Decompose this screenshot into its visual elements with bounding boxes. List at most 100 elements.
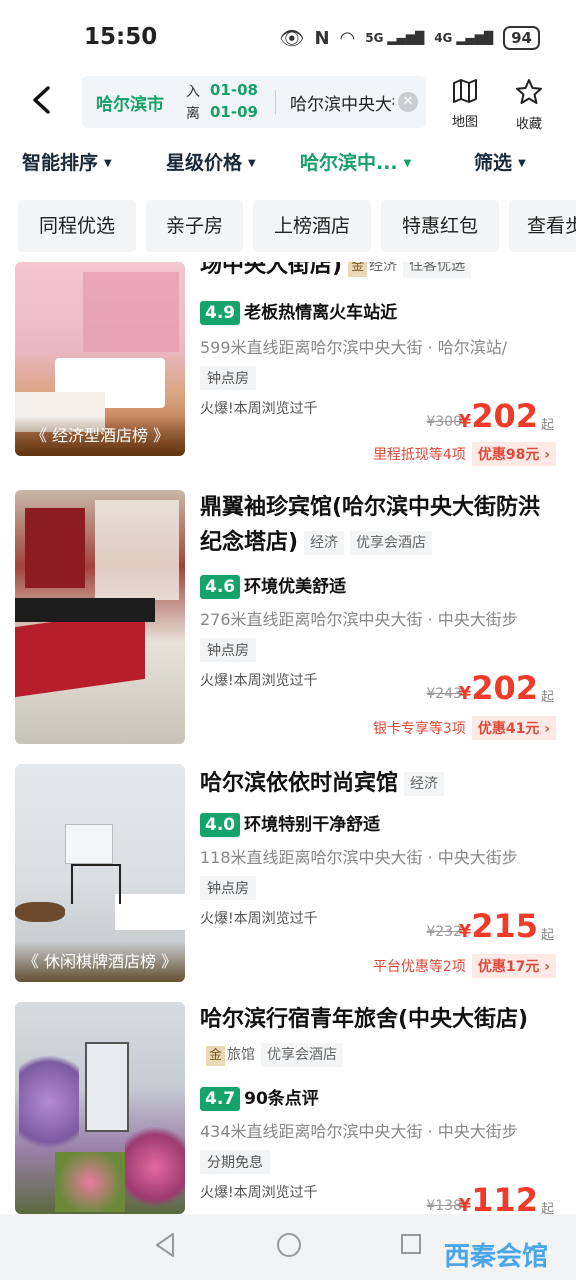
- rating-comment: 环境优美舒适: [244, 577, 347, 597]
- room-type-tag: 钟点房: [200, 876, 256, 900]
- hotel-card[interactable]: 《 休闲棋牌酒店榜 》 哈尔滨依依时尚宾馆 经济 4.0 环境特别干净舒适 118米…: [0, 764, 576, 990]
- popularity-text: 火爆!本周浏览过千: [200, 401, 318, 417]
- hotel-card[interactable]: 鼎翼袖珍宾馆(哈尔滨中央大街防洪纪念塔店) 经济 优享会酒店 4.6 环境优美舒适 2…: [0, 490, 576, 750]
- hotel-tag: 优享会酒店: [350, 531, 433, 555]
- sort-location[interactable]: 哈尔滨中... ▼: [300, 148, 411, 175]
- hotel-tag: 优享会酒店: [261, 1043, 344, 1067]
- hotel-card[interactable]: 《 经济型酒店榜 》 场中央大街店) 金经济 住客优选 4.9 老板热情离火车站近 5…: [0, 262, 576, 482]
- hotel-photo[interactable]: [15, 1002, 185, 1214]
- ranking-banner: 《 休闲棋牌酒店榜 》: [15, 942, 185, 982]
- chip-red-packet[interactable]: 特惠红包: [381, 200, 499, 252]
- rating-row: 4.7 90条点评: [200, 1084, 319, 1111]
- star-icon: [504, 78, 554, 113]
- favorite-button[interactable]: 收藏: [504, 78, 554, 132]
- favorite-label: 收藏: [515, 117, 542, 132]
- quick-filter-chips: 同程优选 亲子房 上榜酒店 特惠红包 查看步: [0, 200, 576, 254]
- chip-family-room[interactable]: 亲子房: [146, 200, 243, 252]
- gold-badge: 金: [348, 262, 368, 277]
- sort-bar: 智能排序 ▼ 星级价格 ▼ 哈尔滨中... ▼ 筛选 ▼: [0, 148, 576, 182]
- promo-row[interactable]: 银卡专享等3项 优惠41元 ›: [373, 716, 556, 740]
- room-type-tag: 钟点房: [200, 638, 256, 662]
- caret-down-icon: ▼: [248, 158, 256, 169]
- original-price: ¥243: [426, 686, 462, 702]
- status-time: 15:50: [84, 24, 158, 50]
- popularity-text: 火爆!本周浏览过千: [200, 1185, 318, 1201]
- price: ¥202: [458, 669, 538, 707]
- map-label: 地图: [451, 115, 478, 130]
- map-button[interactable]: 地图: [440, 78, 490, 130]
- hotel-name: 鼎翼袖珍宾馆(哈尔滨中央大街防洪纪念塔店) 经济 优享会酒店: [200, 495, 541, 555]
- chip-view-more[interactable]: 查看步: [509, 200, 576, 252]
- hotel-list: 《 经济型酒店榜 》 场中央大街店) 金经济 住客优选 4.9 老板热情离火车站近 5…: [0, 262, 576, 1214]
- map-icon: [440, 78, 490, 111]
- keyword-input[interactable]: 哈尔滨中央大街: [290, 90, 394, 115]
- discount-badge: 优惠17元 ›: [471, 954, 556, 978]
- back-arrow-icon: [33, 86, 50, 114]
- search-box[interactable]: 哈尔滨市 入 01-08 离 01-09 哈尔滨中央大街 ✕: [82, 76, 426, 128]
- promo-detail: 里程抵现等4项: [372, 447, 466, 463]
- price-from-label: 起: [540, 928, 554, 943]
- price: ¥215: [458, 907, 538, 945]
- distance-text: 118米直线距离哈尔滨中央大街 · 中央大街步: [200, 848, 518, 867]
- sort-star-price[interactable]: 星级价格 ▼: [166, 148, 256, 175]
- nav-back-button[interactable]: [150, 1232, 180, 1262]
- hotel-tag: 住客优选: [403, 262, 472, 278]
- status-icons: 👁 N ◠ 5G ▂▄▆█ 4G ▂▄▆█ 94: [279, 26, 540, 50]
- promo-row[interactable]: 平台优惠等2项 优惠17元 ›: [373, 954, 556, 978]
- rating-row: 4.9 老板热情离火车站近: [200, 298, 397, 325]
- status-bar: 15:50 👁 N ◠ 5G ▂▄▆█ 4G ▂▄▆█ 94: [0, 0, 576, 76]
- original-price: ¥232: [426, 924, 462, 940]
- promo-detail: 平台优惠等2项: [372, 959, 466, 975]
- checkin-date[interactable]: 01-08: [210, 81, 258, 99]
- chip-tongcheng[interactable]: 同程优选: [18, 200, 136, 252]
- caret-down-icon: ▼: [403, 158, 412, 169]
- caret-down-icon: ▼: [104, 158, 112, 169]
- promo-row[interactable]: 里程抵现等4项 优惠98元 ›: [373, 442, 556, 466]
- checkout-date[interactable]: 01-09: [210, 103, 258, 121]
- promo-detail: 银卡专享等3项: [372, 721, 466, 737]
- city-selector[interactable]: 哈尔滨市: [96, 90, 164, 115]
- signal-5g-icon: 5G ▂▄▆█: [365, 31, 425, 45]
- rating-comment: 90条点评: [244, 1089, 319, 1109]
- gold-badge: 金: [206, 1046, 226, 1066]
- rating-score: 4.6: [200, 575, 241, 599]
- nfc-icon: N: [314, 27, 330, 49]
- hotel-photo[interactable]: [15, 490, 185, 744]
- system-nav-bar: 西秦会馆: [0, 1214, 576, 1280]
- rating-comment: 环境特别干净舒适: [244, 815, 381, 835]
- popularity-text: 火爆!本周浏览过千: [200, 911, 318, 927]
- price: ¥202: [458, 397, 538, 435]
- room-type-tag: 分期免息: [200, 1150, 270, 1174]
- hotel-name: 场中央大街店) 金经济 住客优选: [200, 262, 550, 283]
- hotel-name: 哈尔滨行宿青年旅舍(中央大街店)金 旅馆 优享会酒店: [200, 1002, 550, 1072]
- caret-down-icon: ▼: [518, 158, 526, 169]
- clear-icon[interactable]: ✕: [398, 92, 418, 112]
- checkin-label: 入: [186, 84, 200, 100]
- circle-home-icon: [277, 1233, 301, 1257]
- watermark-logo: 西秦会馆: [444, 1242, 549, 1272]
- sort-filter[interactable]: 筛选 ▼: [474, 148, 526, 175]
- hotel-tag: 经济: [404, 772, 445, 796]
- price-from-label: 起: [540, 690, 554, 705]
- distance-text: 434米直线距离哈尔滨中央大街 · 中央大街步: [200, 1122, 518, 1141]
- nav-recents-button[interactable]: [396, 1232, 426, 1262]
- original-price: ¥138: [426, 1198, 462, 1214]
- hotel-card[interactable]: 哈尔滨行宿青年旅舍(中央大街店)金 旅馆 优享会酒店 4.7 90条点评 434米直线…: [0, 1002, 576, 1214]
- hotel-tag: 经济: [304, 531, 345, 555]
- wifi-icon: ◠: [339, 27, 356, 49]
- signal-4g-icon: 4G ▂▄▆█: [434, 31, 494, 45]
- distance-text: 276米直线距离哈尔滨中央大街 · 中央大街步: [200, 610, 518, 629]
- hotel-photo[interactable]: 《 经济型酒店榜 》: [15, 262, 185, 456]
- rating-row: 4.0 环境特别干净舒适: [200, 810, 380, 837]
- price: ¥112: [458, 1181, 538, 1214]
- room-type-tag: 钟点房: [200, 366, 256, 390]
- rating-score: 4.0: [200, 813, 241, 837]
- sort-smart[interactable]: 智能排序 ▼: [22, 148, 112, 175]
- triangle-back-icon: [156, 1233, 174, 1257]
- eye-icon: 👁: [279, 26, 305, 50]
- square-recents-icon: [401, 1234, 421, 1254]
- chip-ranked-hotels[interactable]: 上榜酒店: [253, 200, 371, 252]
- back-button[interactable]: [30, 84, 60, 124]
- hotel-photo[interactable]: 《 休闲棋牌酒店榜 》: [15, 764, 185, 982]
- nav-home-button[interactable]: [274, 1232, 304, 1262]
